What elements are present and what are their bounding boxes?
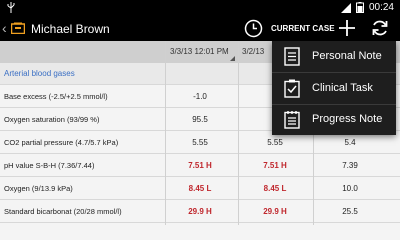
- add-popup-menu: Personal Note Clinical Task Progress Not…: [272, 41, 396, 135]
- refresh-icon[interactable]: [371, 19, 389, 37]
- action-bar: ‹ Michael Brown CURRENT CASE: [0, 16, 400, 41]
- row-label: Standard bicarbonat (20/28 mmol/l): [4, 207, 122, 216]
- personal-note-icon: [284, 47, 300, 66]
- row-value: 10.0: [342, 184, 358, 193]
- clock-icon[interactable]: [244, 19, 263, 38]
- current-case-button[interactable]: CURRENT CASE: [271, 24, 335, 33]
- add-icon[interactable]: [338, 19, 356, 37]
- menu-item-clinical-task[interactable]: Clinical Task: [272, 73, 396, 104]
- row-value: 5.55: [267, 138, 283, 147]
- row-label: pH value S-B-H (7.36/7.44): [4, 161, 95, 170]
- status-time: 00:24: [368, 2, 394, 13]
- section-label: Arterial blood gases: [4, 69, 75, 78]
- row-label: Base excess (-2.5/+2.5 mmol/l): [4, 92, 108, 101]
- column-date-2[interactable]: 3/2/13: [242, 47, 264, 56]
- row-value-abnormal: 29.9 H: [188, 207, 212, 216]
- app-logo-icon[interactable]: [11, 22, 25, 34]
- table-row[interactable]: Oxygen (9/13.9 kPa) 8.45 L 8.45 L 10.0: [0, 177, 400, 200]
- row-value: 7.39: [342, 161, 358, 170]
- row-value-abnormal: 7.51 H: [188, 161, 212, 170]
- menu-item-personal-note[interactable]: Personal Note: [272, 41, 396, 72]
- row-value: 95.5: [192, 115, 208, 124]
- row-value-abnormal: 8.45 L: [263, 184, 287, 193]
- table-row[interactable]: pH value S-B-H (7.36/7.44) 7.51 H 7.51 H…: [0, 154, 400, 177]
- menu-item-label: Clinical Task: [312, 82, 373, 94]
- progress-note-icon: [284, 111, 300, 129]
- row-value: 5.4: [344, 138, 356, 147]
- row-value-abnormal: 7.51 H: [263, 161, 287, 170]
- row-value: 25.5: [342, 207, 358, 216]
- table-row[interactable]: Standard bicarbonat (20/28 mmol/l) 29.9 …: [0, 200, 400, 223]
- clinical-task-icon: [284, 79, 300, 98]
- status-bar: 00:24: [0, 0, 400, 16]
- wifi-signal-icon: [340, 2, 351, 13]
- menu-item-progress-note[interactable]: Progress Note: [272, 104, 396, 135]
- row-value: 5.55: [192, 138, 208, 147]
- column-divider: [238, 41, 239, 225]
- row-label: Oxygen saturation (93/99 %): [4, 115, 100, 124]
- column-1-sort-indicator: [230, 56, 235, 61]
- column-date-1[interactable]: 3/3/13 12:01 PM: [170, 47, 229, 56]
- row-label: Oxygen (9/13.9 kPa): [4, 184, 73, 193]
- row-value-abnormal: 8.45 L: [188, 184, 212, 193]
- row-value: -1.0: [193, 92, 207, 101]
- back-chevron-icon[interactable]: ‹: [2, 20, 7, 36]
- menu-item-label: Personal Note: [312, 50, 382, 62]
- column-divider: [165, 41, 166, 225]
- usb-icon: [7, 2, 15, 13]
- menu-item-label: Progress Note: [312, 113, 383, 125]
- row-value-abnormal: 29.9 H: [263, 207, 287, 216]
- patient-name-title: Michael Brown: [31, 22, 110, 36]
- row-label: CO2 partial pressure (4.7/5.7 kPa): [4, 138, 119, 147]
- battery-icon: [355, 2, 364, 13]
